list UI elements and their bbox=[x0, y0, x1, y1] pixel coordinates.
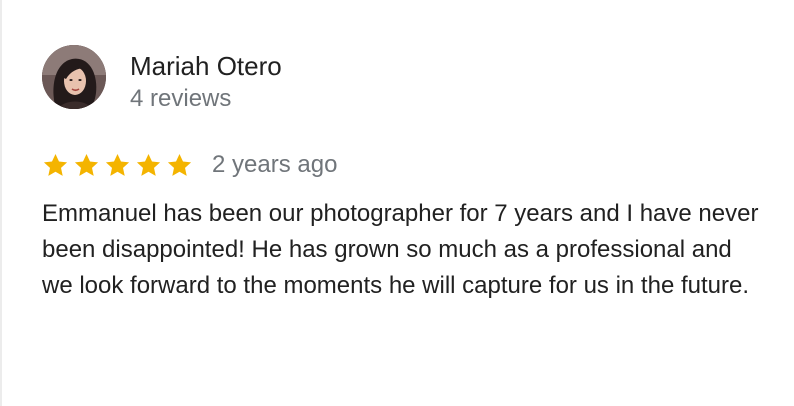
star-icon bbox=[73, 152, 100, 179]
star-icon bbox=[104, 152, 131, 179]
star-icon bbox=[42, 152, 69, 179]
star-icon bbox=[135, 152, 162, 179]
star-icon bbox=[166, 152, 193, 179]
star-rating bbox=[42, 152, 197, 179]
avatar[interactable] bbox=[42, 45, 106, 109]
review-time: 2 years ago bbox=[212, 151, 338, 178]
author-name[interactable]: Mariah Otero bbox=[130, 50, 282, 82]
rating-row: 2 years ago bbox=[42, 148, 337, 182]
review-count[interactable]: 4 reviews bbox=[130, 84, 231, 114]
review-card: Mariah Otero 4 reviews 2 years ago Emman… bbox=[0, 0, 794, 406]
review-text: Emmanuel has been our photographer for 7… bbox=[42, 200, 759, 299]
profile-photo-icon bbox=[42, 45, 106, 109]
